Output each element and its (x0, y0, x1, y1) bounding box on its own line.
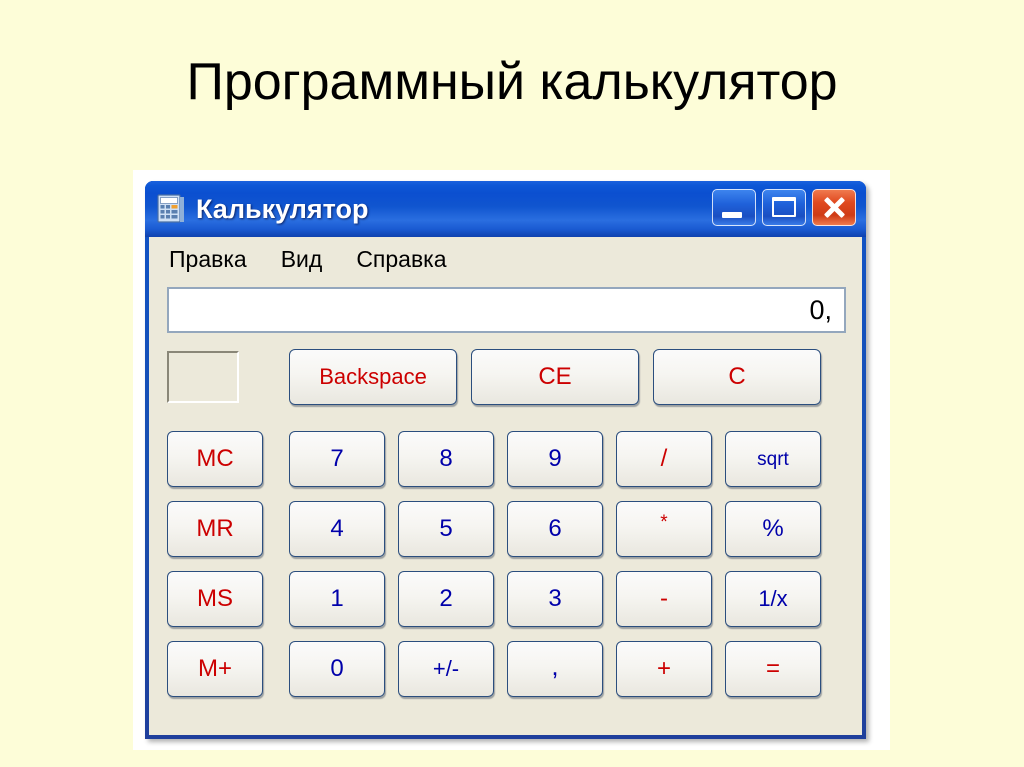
digit-6-button[interactable]: 6 (507, 501, 603, 557)
digit-3-button-label: 3 (548, 585, 562, 612)
calculator-icon (157, 194, 185, 224)
memory-store-button-label: MS (197, 585, 233, 612)
title-bar: Калькулятор (145, 181, 866, 237)
digit-3-button[interactable]: 3 (507, 571, 603, 627)
memory-recall-button[interactable]: MR (167, 501, 263, 557)
keypad-row-2: MR 4 5 6 * % (149, 501, 862, 557)
memory-recall-button-label: MR (196, 515, 234, 542)
digit-9-button[interactable]: 9 (507, 431, 603, 487)
equals-button[interactable]: = (725, 641, 821, 697)
subtract-button[interactable]: - (616, 571, 712, 627)
reciprocal-button[interactable]: 1/x (725, 571, 821, 627)
menu-bar: Правка Вид Справка (149, 237, 862, 281)
clear-button-label: C (728, 363, 746, 390)
calculator-window: Калькулятор Правка Вид Справка 0, Backsp… (145, 181, 866, 739)
title-bar-left: Калькулятор (157, 181, 369, 237)
minimize-icon (722, 212, 742, 218)
close-button[interactable] (812, 189, 856, 226)
decimal-separator-button[interactable]: , (507, 641, 603, 697)
percent-button[interactable]: % (725, 501, 821, 557)
digit-8-button[interactable]: 8 (398, 431, 494, 487)
keypad-function-row: Backspace CE C (149, 349, 862, 407)
digit-0-button[interactable]: 0 (289, 641, 385, 697)
digit-4-button[interactable]: 4 (289, 501, 385, 557)
menu-item-view[interactable]: Вид (277, 245, 327, 274)
display-value: 0, (809, 294, 832, 325)
menu-item-help[interactable]: Справка (352, 245, 450, 274)
memory-clear-button[interactable]: MC (167, 431, 263, 487)
keypad-row-4: M+ 0 +/- , + = (149, 641, 862, 697)
divide-button[interactable]: / (616, 431, 712, 487)
sign-toggle-button-label: +/- (432, 656, 460, 681)
subtract-button-label: - (660, 585, 668, 612)
divide-button-label: / (660, 445, 668, 472)
multiply-button[interactable]: * (616, 501, 712, 557)
clear-entry-button[interactable]: CE (471, 349, 639, 405)
window-title: Калькулятор (196, 193, 369, 224)
screenshot-frame: Калькулятор Правка Вид Справка 0, Backsp… (133, 170, 890, 750)
multiply-button-label: * (660, 511, 668, 533)
digit-7-button[interactable]: 7 (289, 431, 385, 487)
digit-2-button[interactable]: 2 (398, 571, 494, 627)
memory-add-button-label: M+ (197, 655, 232, 682)
backspace-button[interactable]: Backspace (289, 349, 457, 405)
digit-6-button-label: 6 (548, 515, 562, 542)
digit-5-button[interactable]: 5 (398, 501, 494, 557)
sqrt-button-label: sqrt (757, 448, 789, 470)
memory-indicator (167, 351, 239, 403)
equals-button-label: = (765, 655, 780, 682)
keypad: Backspace CE C MC 7 8 9 / sqrt MR 4 5 6 … (149, 349, 862, 729)
reciprocal-button-label: 1/x (758, 586, 788, 611)
sqrt-button[interactable]: sqrt (725, 431, 821, 487)
page-title: Программный калькулятор (186, 53, 838, 111)
menu-item-edit[interactable]: Правка (165, 245, 251, 274)
digit-7-button-label: 7 (330, 445, 344, 472)
add-button-label: + (656, 655, 671, 682)
sign-toggle-button[interactable]: +/- (398, 641, 494, 697)
digit-1-button[interactable]: 1 (289, 571, 385, 627)
digit-5-button-label: 5 (439, 515, 453, 542)
digit-4-button-label: 4 (330, 515, 344, 542)
digit-1-button-label: 1 (330, 585, 344, 612)
minimize-button[interactable] (712, 189, 756, 226)
caption-buttons (712, 189, 856, 226)
memory-clear-button-label: MC (196, 445, 234, 472)
memory-store-button[interactable]: MS (167, 571, 263, 627)
digit-0-button-label: 0 (330, 655, 344, 682)
percent-button-label: % (762, 515, 784, 542)
display-field[interactable]: 0, (167, 287, 846, 333)
digit-2-button-label: 2 (439, 585, 453, 612)
maximize-button[interactable] (762, 189, 806, 226)
client-area: Правка Вид Справка 0, Backspace CE C MC … (149, 237, 862, 735)
digit-8-button-label: 8 (439, 445, 453, 472)
clear-button[interactable]: C (653, 349, 821, 405)
close-icon (813, 190, 855, 225)
clear-entry-button-label: CE (538, 363, 572, 390)
decimal-separator-button-label: , (551, 651, 559, 681)
backspace-button-label: Backspace (319, 364, 427, 389)
maximize-icon (772, 197, 796, 217)
keypad-row-1: MC 7 8 9 / sqrt (149, 431, 862, 487)
memory-add-button[interactable]: M+ (167, 641, 263, 697)
add-button[interactable]: + (616, 641, 712, 697)
digit-9-button-label: 9 (548, 445, 562, 472)
keypad-row-3: MS 1 2 3 - 1/x (149, 571, 862, 627)
